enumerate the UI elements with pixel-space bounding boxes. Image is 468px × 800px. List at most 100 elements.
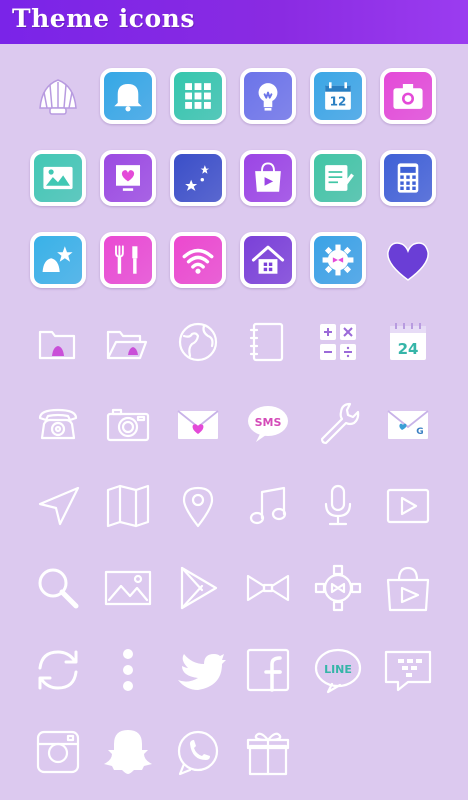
play-bag-icon[interactable]: [240, 150, 296, 206]
open-folder-icon[interactable]: [100, 314, 156, 370]
icon-cell[interactable]: [374, 226, 444, 308]
heart-icon[interactable]: [380, 232, 436, 288]
icon-cell[interactable]: [24, 472, 94, 554]
icon-cell[interactable]: [24, 390, 94, 472]
icon-cell[interactable]: [94, 554, 164, 636]
grid-icon[interactable]: [170, 68, 226, 124]
navigation-arrow-icon[interactable]: [30, 478, 86, 534]
icon-cell[interactable]: [24, 62, 94, 144]
icon-cell[interactable]: [24, 308, 94, 390]
icon-cell[interactable]: [24, 144, 94, 226]
heart-frame-icon[interactable]: [100, 150, 156, 206]
icon-cell[interactable]: [94, 472, 164, 554]
globe-icon[interactable]: [170, 314, 226, 370]
calendar-icon[interactable]: 12: [310, 68, 366, 124]
wifi-icon[interactable]: [170, 232, 226, 288]
blackberry-messenger-icon[interactable]: [380, 642, 436, 698]
icon-cell[interactable]: [374, 472, 444, 554]
calculator-icon[interactable]: [380, 150, 436, 206]
search-icon[interactable]: [30, 560, 86, 616]
microphone-icon[interactable]: [310, 478, 366, 534]
instagram-icon[interactable]: [30, 724, 86, 780]
shell-icon[interactable]: [30, 68, 86, 124]
icon-cell[interactable]: SMS: [234, 390, 304, 472]
more-dots-icon[interactable]: [100, 642, 156, 698]
whatsapp-icon[interactable]: [170, 724, 226, 780]
icon-cell[interactable]: G: [374, 390, 444, 472]
icon-cell[interactable]: [234, 144, 304, 226]
folder-shell-icon[interactable]: [30, 314, 86, 370]
gmail-envelope-icon[interactable]: G: [380, 396, 436, 452]
location-pin-icon[interactable]: [170, 478, 226, 534]
image-icon[interactable]: [100, 560, 156, 616]
refresh-icon[interactable]: [30, 642, 86, 698]
home-icon[interactable]: [240, 232, 296, 288]
shopping-bag-icon[interactable]: [380, 560, 436, 616]
icon-cell[interactable]: [24, 718, 94, 800]
icon-cell[interactable]: [374, 144, 444, 226]
icon-cell[interactable]: [164, 226, 234, 308]
icon-cell[interactable]: [234, 718, 304, 800]
icon-cell[interactable]: [164, 636, 234, 718]
icon-cell[interactable]: [374, 636, 444, 718]
address-book-icon[interactable]: [240, 314, 296, 370]
envelope-heart-icon[interactable]: [170, 396, 226, 452]
wrench-icon[interactable]: [310, 396, 366, 452]
gear-icon[interactable]: [310, 232, 366, 288]
video-play-icon[interactable]: [380, 478, 436, 534]
calculator-signs-icon[interactable]: [310, 314, 366, 370]
icon-cell[interactable]: [94, 308, 164, 390]
icon-cell[interactable]: [94, 636, 164, 718]
line-bubble-icon[interactable]: LINE: [310, 642, 366, 698]
icon-cell[interactable]: [94, 718, 164, 800]
icon-cell[interactable]: [234, 472, 304, 554]
twitter-bird-icon[interactable]: [170, 642, 226, 698]
icon-cell[interactable]: [164, 308, 234, 390]
icon-cell[interactable]: [94, 62, 164, 144]
icon-cell[interactable]: [164, 390, 234, 472]
camera-outline-icon[interactable]: [100, 396, 156, 452]
camera-icon[interactable]: [380, 68, 436, 124]
icon-cell[interactable]: LINE: [304, 636, 374, 718]
stars-icon[interactable]: [170, 150, 226, 206]
icon-cell[interactable]: [164, 62, 234, 144]
bow-icon[interactable]: [240, 560, 296, 616]
icon-cell[interactable]: [234, 554, 304, 636]
gift-box-icon[interactable]: [240, 724, 296, 780]
icon-cell[interactable]: [24, 554, 94, 636]
icon-cell[interactable]: [304, 554, 374, 636]
telephone-icon[interactable]: [30, 396, 86, 452]
icon-cell[interactable]: [24, 226, 94, 308]
icon-cell[interactable]: [374, 554, 444, 636]
icon-cell[interactable]: [94, 144, 164, 226]
icon-cell[interactable]: [234, 62, 304, 144]
icon-cell[interactable]: [234, 636, 304, 718]
lightbulb-icon[interactable]: [240, 68, 296, 124]
icon-cell[interactable]: 24: [374, 308, 444, 390]
icon-cell[interactable]: 12: [304, 62, 374, 144]
icon-cell[interactable]: [94, 390, 164, 472]
icon-cell[interactable]: [164, 718, 234, 800]
music-note-icon[interactable]: [240, 478, 296, 534]
icon-cell[interactable]: [304, 472, 374, 554]
icon-cell[interactable]: [374, 62, 444, 144]
icon-cell[interactable]: [164, 144, 234, 226]
facebook-icon[interactable]: [240, 642, 296, 698]
shells-icon[interactable]: [30, 232, 86, 288]
icon-cell[interactable]: [304, 390, 374, 472]
icon-cell[interactable]: [304, 226, 374, 308]
play-store-icon[interactable]: [170, 560, 226, 616]
icon-cell[interactable]: [164, 472, 234, 554]
photo-icon[interactable]: [30, 150, 86, 206]
icon-cell[interactable]: [24, 636, 94, 718]
snapchat-ghost-icon[interactable]: [100, 724, 156, 780]
calendar-24-icon[interactable]: 24: [380, 314, 436, 370]
sms-bubble-icon[interactable]: SMS: [240, 396, 296, 452]
map-icon[interactable]: [100, 478, 156, 534]
settings-gear-icon[interactable]: [310, 560, 366, 616]
bell-icon[interactable]: [100, 68, 156, 124]
icon-cell[interactable]: [94, 226, 164, 308]
icon-cell[interactable]: [304, 308, 374, 390]
icon-cell[interactable]: [234, 308, 304, 390]
tools-icon[interactable]: [100, 232, 156, 288]
